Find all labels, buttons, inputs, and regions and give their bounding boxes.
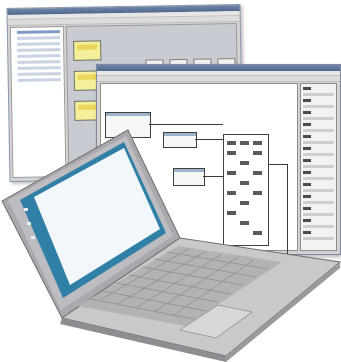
laptop-illustration	[1, 129, 341, 362]
desktop-icon[interactable]	[24, 208, 28, 211]
illustration-stage	[0, 0, 341, 362]
desktop-icon[interactable]	[27, 222, 31, 225]
desktop-icon[interactable]	[31, 236, 35, 239]
